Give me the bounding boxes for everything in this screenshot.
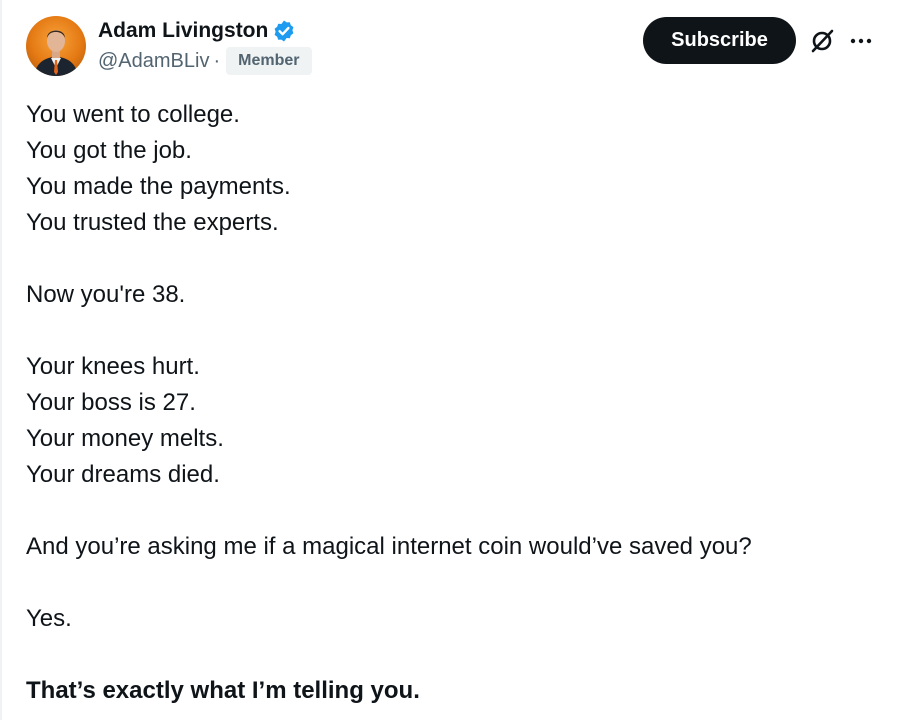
author-identity: Adam Livingston @AdamBLiv · Member <box>98 16 518 76</box>
post-closing-line: That’s exactly what I’m telling you. <box>26 677 420 704</box>
subscribe-button[interactable]: Subscribe <box>643 17 796 64</box>
author-handle[interactable]: @AdamBLiv <box>98 50 209 73</box>
post-line: Your dreams died. <box>26 461 220 488</box>
post-line: You trusted the experts. <box>26 209 279 236</box>
post-line: And you’re asking me if a magical intern… <box>26 533 752 560</box>
author-display-name[interactable]: Adam Livingston <box>98 16 268 46</box>
name-row: Adam Livingston <box>98 16 518 46</box>
post-line: Your money melts. <box>26 425 224 452</box>
post-line: You went to college. <box>26 101 240 128</box>
handle-row: @AdamBLiv · Member <box>98 46 518 76</box>
avatar-photo <box>26 16 86 76</box>
post-line: Now you're 38. <box>26 281 186 308</box>
post-line: Your knees hurt. <box>26 353 200 380</box>
post-line: You got the job. <box>26 137 192 164</box>
verified-badge-icon[interactable] <box>272 19 296 43</box>
post-header: Adam Livingston @AdamBLiv · Member Subsc… <box>26 16 886 80</box>
avatar[interactable] <box>26 16 86 76</box>
post-line: Yes. <box>26 605 72 632</box>
post-line: You made the payments. <box>26 173 291 200</box>
member-badge: Member <box>226 47 312 75</box>
post-text: You went to college. You got the job. Yo… <box>26 97 876 709</box>
grok-icon[interactable] <box>807 26 837 56</box>
more-options-icon[interactable] <box>846 26 876 56</box>
separator-dot: · <box>213 49 221 72</box>
post-line: Your boss is 27. <box>26 389 196 416</box>
post: Adam Livingston @AdamBLiv · Member Subsc… <box>0 0 900 720</box>
